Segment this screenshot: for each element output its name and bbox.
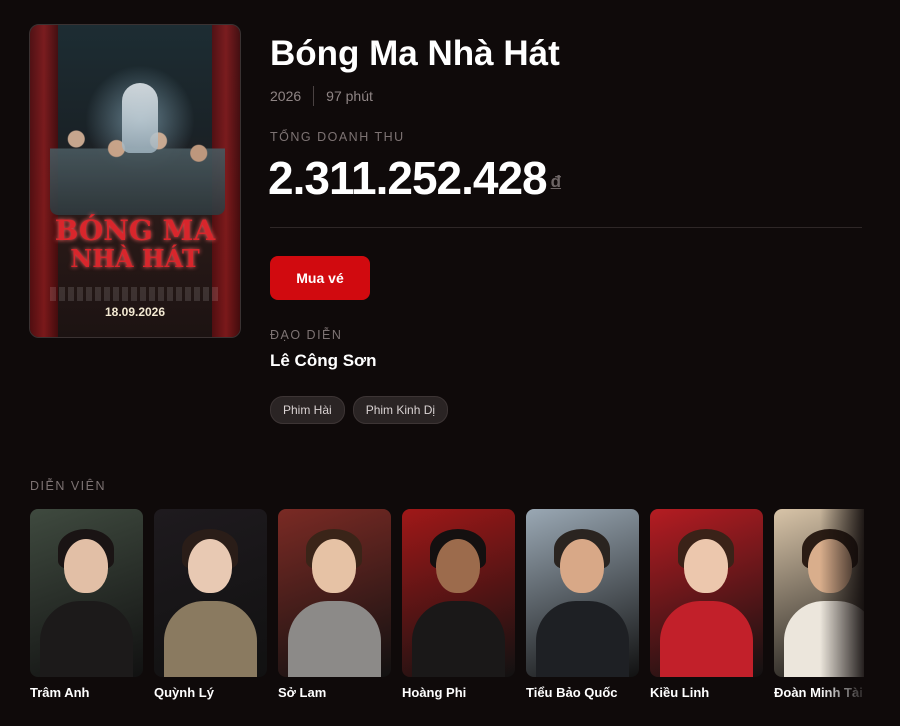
cast-name: Đoàn Minh Tài [774, 685, 863, 700]
genre-tag-comedy[interactable]: Phim Hài [270, 396, 345, 424]
movie-title: Bóng Ma Nhà Hát [270, 34, 560, 73]
cast-name: Quỳnh Lý [154, 685, 214, 700]
cast-photo [30, 509, 143, 677]
meta-divider [313, 86, 315, 106]
cast-name: Tiểu Bảo Quốc [526, 685, 618, 700]
poster-credits [50, 287, 220, 301]
cast-photo [278, 509, 391, 677]
cast-photo [402, 509, 515, 677]
cast-photo [650, 509, 763, 677]
movie-year: 2026 [270, 88, 302, 104]
revenue-label: TỔNG DOANH THU [270, 130, 405, 144]
cast-card[interactable]: Đoàn Minh Tài [774, 509, 864, 714]
movie-detail-page: BÓNG MA NHÀ HÁT 18.09.2026 Bóng Ma Nhà H… [0, 0, 900, 726]
cast-name: Sở Lam [278, 685, 327, 700]
poster-title-art: BÓNG MA NHÀ HÁT [30, 217, 240, 271]
revenue-amount: 2.311.252.428 [268, 152, 548, 204]
genre-list: Phim Hài Phim Kinh Dị [270, 396, 449, 424]
cast-photo [526, 509, 639, 677]
cast-card[interactable]: Kiều Linh [650, 509, 763, 714]
cast-name: Kiều Linh [650, 685, 710, 700]
director-name[interactable]: Lê Công Sơn [270, 351, 377, 371]
cast-card[interactable]: Hoàng Phi [402, 509, 515, 714]
movie-poster[interactable]: BÓNG MA NHÀ HÁT 18.09.2026 [29, 24, 241, 338]
cast-photo [154, 509, 267, 677]
cast-label: DIỄN VIÊN [30, 479, 107, 493]
cast-card[interactable]: Quỳnh Lý [154, 509, 267, 714]
poster-title-line1: BÓNG MA [54, 214, 216, 247]
movie-duration: 97 phút [326, 88, 373, 104]
buy-ticket-button[interactable]: Mua vé [270, 256, 370, 300]
cast-card[interactable]: Trâm Anh [30, 509, 143, 714]
cast-card[interactable]: Sở Lam [278, 509, 391, 714]
revenue-currency: đ [550, 172, 562, 191]
cast-list[interactable]: Trâm Anh Quỳnh Lý Sở Lam Hoàng Phi Tiểu … [30, 509, 864, 714]
poster-title-line2: NHÀ HÁT [70, 244, 200, 273]
cast-photo [774, 509, 864, 677]
section-divider [270, 227, 862, 228]
revenue-value: 2.311.252.428 đ [268, 150, 561, 206]
cast-card[interactable]: Tiểu Bảo Quốc [526, 509, 639, 714]
cast-name: Hoàng Phi [402, 685, 467, 700]
genre-tag-horror[interactable]: Phim Kinh Dị [352, 396, 449, 424]
movie-meta: 2026 97 phút [270, 86, 373, 106]
director-label: ĐẠO DIỄN [270, 328, 343, 342]
poster-release-date: 18.09.2026 [104, 305, 166, 319]
poster-ghost-figure [122, 83, 158, 153]
cast-name: Trâm Anh [30, 685, 90, 700]
